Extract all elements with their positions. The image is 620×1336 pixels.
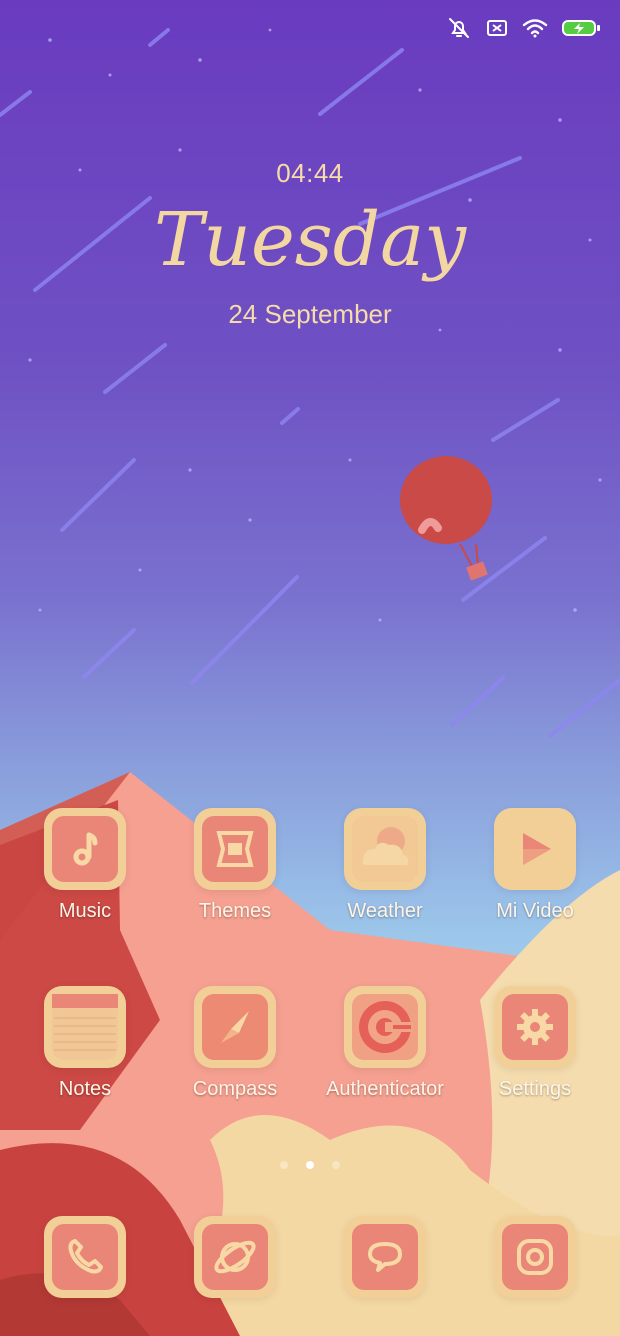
music-note-icon bbox=[73, 832, 98, 866]
clock-day: Tuesday bbox=[153, 197, 467, 283]
page-dot bbox=[332, 1161, 341, 1169]
wifi-icon bbox=[522, 15, 548, 41]
app-themes[interactable]: Themes bbox=[160, 808, 310, 932]
compass-icon bbox=[221, 1011, 249, 1043]
app-label: Settings bbox=[498, 1078, 572, 1100]
dock-phone[interactable] bbox=[10, 1216, 160, 1336]
meteor-streaks bbox=[0, 28, 620, 738]
app-label: Compass bbox=[192, 1078, 278, 1100]
notifications-muted-icon bbox=[446, 15, 472, 41]
app-notes[interactable]: Notes bbox=[10, 986, 160, 1110]
camera-icon bbox=[517, 1239, 553, 1275]
home-screen: 04:44 Tuesday 24 September Music Themes … bbox=[0, 0, 620, 1336]
page-dot bbox=[279, 1161, 288, 1169]
messages-icon bbox=[368, 1242, 402, 1272]
app-label: Themes bbox=[198, 900, 272, 922]
app-compass[interactable]: Compass bbox=[160, 986, 310, 1110]
authenticator-icon bbox=[359, 1001, 413, 1053]
gear-icon bbox=[517, 1009, 553, 1045]
phone-icon bbox=[68, 1239, 103, 1274]
app-settings[interactable]: Settings bbox=[460, 986, 610, 1110]
status-bar bbox=[446, 10, 602, 46]
browser-planet-icon bbox=[214, 1240, 256, 1274]
page-dot-active bbox=[306, 1161, 314, 1169]
dock-browser[interactable] bbox=[160, 1216, 310, 1336]
app-mi-video[interactable]: Mi Video bbox=[460, 808, 610, 932]
app-label: Mi Video bbox=[496, 900, 574, 922]
notes-icon bbox=[52, 994, 118, 1051]
battery-charging-icon bbox=[560, 15, 602, 41]
app-label: Music bbox=[58, 900, 112, 922]
dock-camera[interactable] bbox=[460, 1216, 610, 1336]
clock-time: 04:44 bbox=[276, 158, 344, 188]
app-label: Weather bbox=[347, 900, 423, 922]
dock-messages[interactable] bbox=[310, 1216, 460, 1336]
weather-icon bbox=[362, 827, 409, 865]
app-weather[interactable]: Weather bbox=[310, 808, 460, 932]
hot-air-balloon bbox=[400, 456, 492, 581]
no-sim-icon bbox=[484, 15, 510, 41]
play-icon bbox=[523, 833, 551, 865]
app-label: Notes bbox=[58, 1078, 112, 1100]
clock-date: 24 September bbox=[228, 299, 392, 329]
app-authenticator[interactable]: Authenticator bbox=[310, 986, 460, 1110]
app-music[interactable]: Music bbox=[10, 808, 160, 932]
page-indicator bbox=[0, 1156, 620, 1174]
app-label: Authenticator bbox=[326, 1078, 444, 1100]
themes-icon bbox=[216, 831, 254, 867]
clock-widget[interactable]: 04:44 Tuesday 24 September bbox=[0, 158, 620, 330]
